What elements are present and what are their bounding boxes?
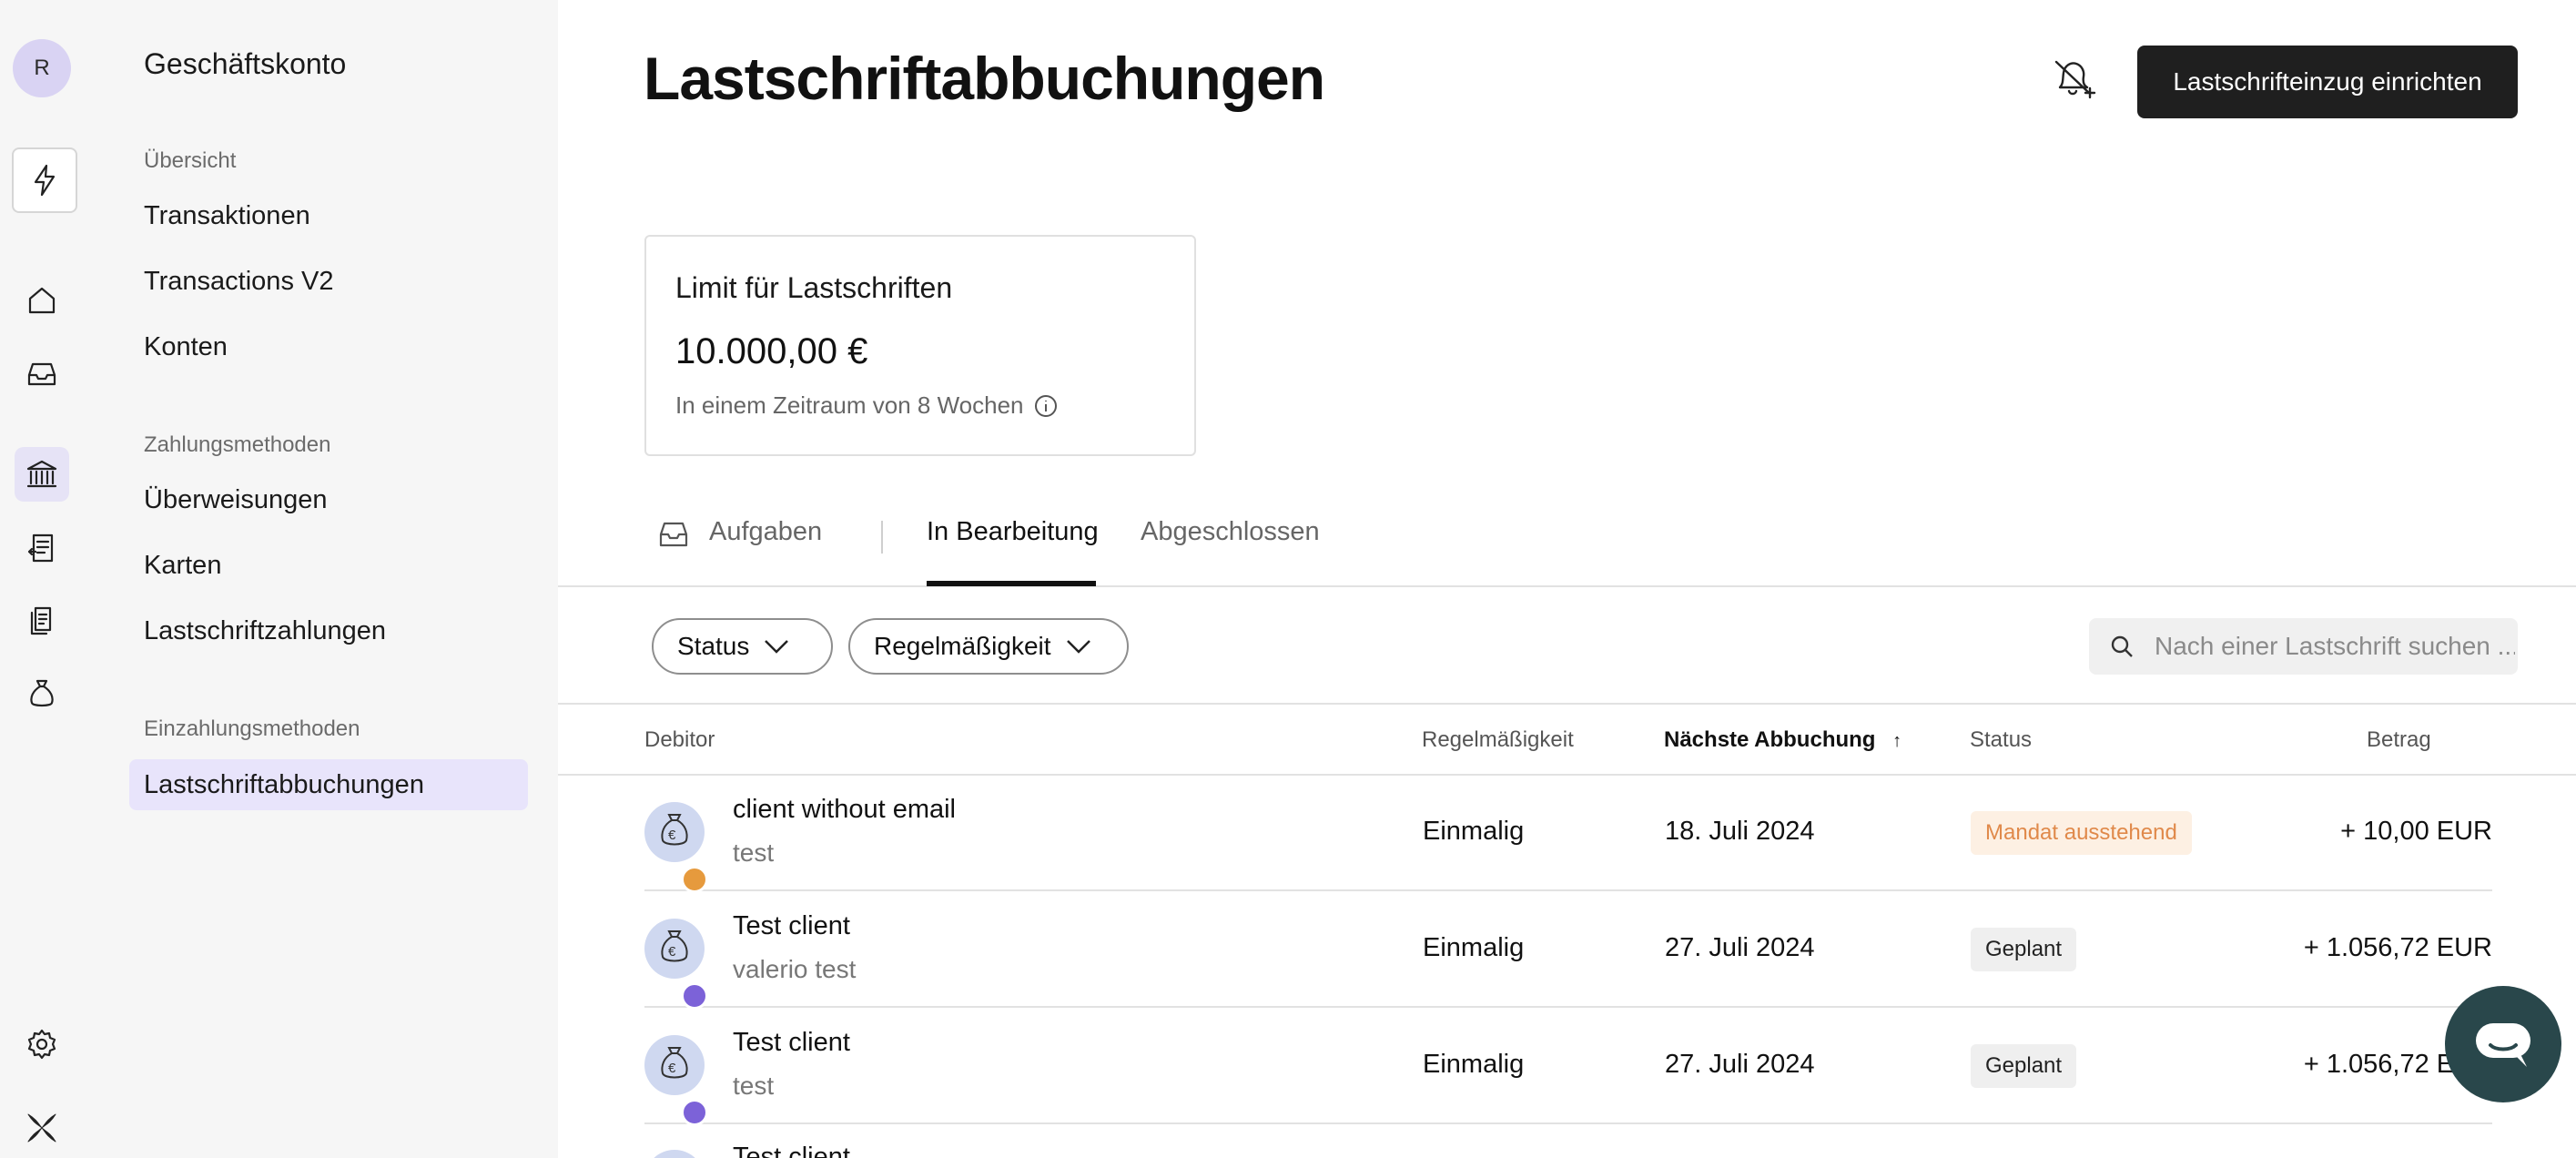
warning-icon (681, 866, 708, 893)
debtor-reference: test (733, 838, 775, 867)
page-title: Lastschriftabbuchungen (644, 45, 1325, 112)
debtor-name: Test client (733, 1143, 850, 1158)
sidebar-item-transfers[interactable]: Überweisungen (144, 485, 328, 515)
frequency-cell: Einmalig (1423, 817, 1525, 846)
sidebar-item-direct-debit-collections[interactable]: Lastschriftabbuchungen (129, 759, 528, 810)
home-icon[interactable] (15, 273, 69, 328)
search-icon (2111, 635, 2133, 657)
frequency-cell: Einmalig (1423, 1050, 1525, 1079)
next-debit-cell: 27. Juli 2024 (1665, 933, 1815, 962)
account-title[interactable]: Geschäftskonto (144, 47, 346, 81)
tab-in-progress[interactable]: In Bearbeitung (927, 517, 1099, 547)
table-row[interactable]: € Test client valerio test Einmalig 27. … (644, 891, 2492, 1010)
frequency-filter-label: Regelmäßigkeit (874, 632, 1051, 660)
debtor-avatar: € (644, 1035, 708, 1126)
money-bag-icon: € (661, 1047, 688, 1079)
notification-settings-icon[interactable] (2051, 56, 2096, 104)
navigation-sidebar: Geschäftskonto Übersicht Transaktionen T… (100, 0, 558, 1158)
col-amount[interactable]: Betrag (2367, 727, 2431, 753)
sidebar-item-direct-debit-payments[interactable]: Lastschriftzahlungen (144, 616, 386, 646)
sidebar-item-accounts[interactable]: Konten (144, 332, 228, 362)
settings-icon[interactable] (15, 1017, 69, 1072)
documents-icon[interactable] (15, 594, 69, 648)
table-row[interactable]: Test client (644, 1124, 2492, 1158)
table-row[interactable]: € Test client test Einmalig 27. Juli 202… (644, 1008, 2492, 1126)
amount-cell: + 1.056,72 EUR (2303, 933, 2492, 962)
status-filter[interactable]: Status (652, 618, 833, 675)
section-payment-methods: Zahlungsmethoden (144, 432, 331, 457)
bank-icon[interactable] (15, 447, 69, 502)
chevron-down-icon (765, 640, 789, 654)
col-next-debit[interactable]: Nächste Abbuchung ↑ (1664, 727, 1902, 753)
status-badge: Geplant (1971, 1044, 2077, 1088)
invoice-icon[interactable] (15, 521, 69, 575)
clock-icon (681, 1099, 708, 1126)
sidebar-item-transactions[interactable]: Transaktionen (144, 201, 310, 231)
limit-subtitle-wrap: In einem Zeitraum von 8 Wochen (675, 391, 1058, 420)
debtor-reference: test (733, 1072, 775, 1100)
svg-text:€: € (668, 1061, 676, 1076)
money-bag-icon: € (661, 930, 688, 962)
limit-value: 10.000,00 € (675, 331, 868, 371)
search-box[interactable] (2089, 618, 2518, 675)
brand-logo-icon (15, 1101, 69, 1155)
frequency-filter[interactable]: Regelmäßigkeit (848, 618, 1129, 675)
inbox-icon[interactable] (15, 346, 69, 401)
active-tab-indicator (927, 581, 1096, 586)
chat-icon (2476, 1023, 2530, 1067)
status-badge: Geplant (1971, 928, 2077, 971)
inbox-icon (658, 521, 689, 548)
table-row[interactable]: € client without email test Einmalig 18.… (644, 775, 2492, 893)
tab-divider (881, 521, 883, 554)
status-filter-label: Status (677, 632, 750, 660)
search-input[interactable] (2153, 631, 2517, 662)
debtor-avatar: € (644, 802, 708, 893)
section-overview: Übersicht (144, 148, 237, 173)
svg-text:€: € (668, 828, 676, 843)
sort-ascending-icon: ↑ (1892, 731, 1902, 751)
col-debtor[interactable]: Debitor (644, 727, 715, 753)
frequency-cell: Einmalig (1423, 933, 1525, 962)
sidebar-item-transactions-v2[interactable]: Transactions V2 (144, 267, 333, 297)
col-frequency[interactable]: Regelmäßigkeit (1422, 727, 1574, 753)
limit-title: Limit für Lastschriften (675, 271, 953, 304)
debtor-name: client without email (733, 795, 956, 824)
table-header: Debitor Regelmäßigkeit Nächste Abbuchung… (558, 703, 2576, 776)
debtor-avatar: € (644, 919, 708, 1010)
main-content: Lastschriftabbuchungen Lastschrifteinzug… (558, 0, 2576, 1158)
section-deposit-methods: Einzahlungsmethoden (144, 716, 360, 741)
avatar-initial: R (34, 56, 50, 80)
next-debit-cell: 18. Juli 2024 (1665, 817, 1815, 846)
icon-rail: R (0, 0, 100, 1158)
debtor-name: Test client (733, 911, 850, 940)
tab-bar: Aufgaben In Bearbeitung Abgeschlossen (558, 492, 2576, 587)
money-bag-icon: € (661, 814, 688, 846)
debtor-avatar (644, 1150, 705, 1158)
info-icon[interactable] (1034, 394, 1058, 418)
col-status[interactable]: Status (1970, 727, 2032, 753)
status-badge: Mandat ausstehend (1971, 811, 2192, 855)
sidebar-item-cards[interactable]: Karten (144, 551, 221, 581)
debtor-name: Test client (733, 1028, 850, 1057)
chevron-down-icon (1066, 640, 1090, 654)
money-bag-icon[interactable] (15, 666, 69, 721)
tab-tasks[interactable]: Aufgaben (709, 517, 822, 547)
lightning-icon[interactable] (12, 147, 77, 213)
debtor-reference: valerio test (733, 955, 857, 983)
tab-completed[interactable]: Abgeschlossen (1141, 517, 1320, 547)
limit-subtitle: In einem Zeitraum von 8 Wochen (675, 391, 1024, 419)
setup-direct-debit-button[interactable]: Lastschrifteinzug einrichten (2137, 46, 2518, 118)
limit-card: Limit für Lastschriften 10.000,00 € In e… (644, 235, 1196, 456)
amount-cell: + 10,00 EUR (2340, 817, 2492, 846)
next-debit-cell: 27. Juli 2024 (1665, 1050, 1815, 1079)
svg-text:€: € (668, 944, 676, 960)
clock-icon (681, 982, 708, 1010)
user-avatar[interactable]: R (13, 39, 71, 97)
col-next-debit-label: Nächste Abbuchung (1664, 727, 1876, 752)
chat-support-button[interactable] (2445, 986, 2561, 1102)
